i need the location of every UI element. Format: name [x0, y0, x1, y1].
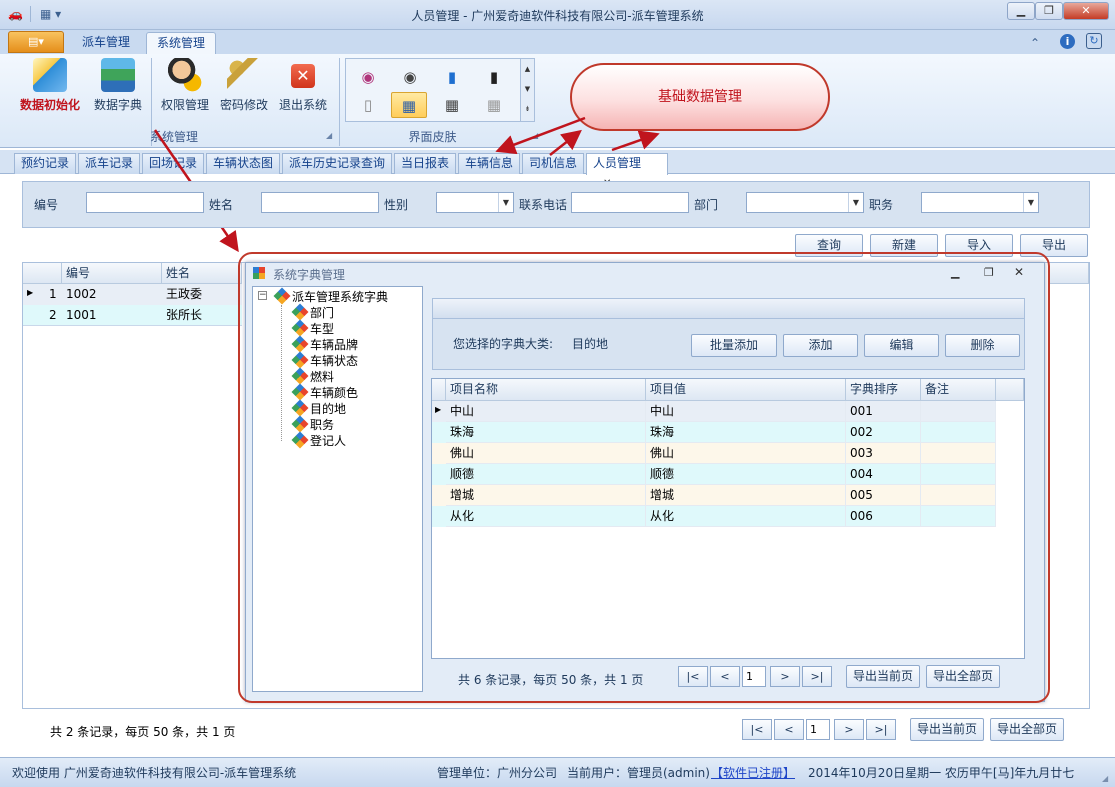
name-input[interactable]	[261, 192, 379, 213]
gender-select[interactable]: ▼	[436, 192, 514, 213]
label-id: 编号	[34, 198, 59, 212]
last-page-button[interactable]: >|	[866, 719, 896, 740]
row-number: 1	[49, 287, 57, 301]
grid-corner	[23, 263, 62, 284]
export-all-pages-button[interactable]: 导出全部页	[990, 718, 1064, 741]
column-header-name[interactable]: 姓名	[162, 263, 242, 284]
first-page-button[interactable]: |<	[742, 719, 772, 740]
chevron-down-icon: ▼	[498, 193, 513, 212]
status-date: 2014年10月20日星期一 农历甲午[马]年九月廿七	[808, 766, 1075, 780]
label-name: 姓名	[209, 198, 234, 212]
label-position: 职务	[869, 198, 894, 212]
cell-name: 张所长	[166, 308, 203, 322]
table-row[interactable]: ▶ 1 1002 王政委	[23, 284, 242, 305]
label-phone: 联系电话	[519, 198, 568, 212]
department-select[interactable]: ▼	[746, 192, 864, 213]
label-gender: 性别	[384, 198, 409, 212]
row-indicator-icon: ▶	[27, 288, 34, 297]
arrow	[611, 130, 660, 152]
phone-input[interactable]	[571, 192, 689, 213]
chevron-down-icon: ▼	[848, 193, 863, 212]
export-current-page-button[interactable]: 导出当前页	[910, 718, 984, 741]
column-header-extra	[1050, 263, 1089, 284]
pager-summary: 共 2 条记录，每页 50 条，共 1 页	[50, 725, 236, 739]
annotation-highlight-box	[238, 252, 1050, 703]
status-unit: 管理单位：广州分公司	[437, 766, 558, 780]
column-header-id[interactable]: 编号	[62, 263, 162, 284]
status-registered-link[interactable]: 【软件已注册】	[711, 764, 795, 781]
position-select[interactable]: ▼	[921, 192, 1039, 213]
cell-id: 1002	[66, 287, 97, 301]
prev-page-button[interactable]: <	[774, 719, 804, 740]
next-page-button[interactable]: >	[834, 719, 864, 740]
page-number-input[interactable]: 1	[806, 719, 830, 740]
cell-id: 1001	[66, 308, 97, 322]
chevron-down-icon: ▼	[1023, 193, 1038, 212]
arrow	[549, 129, 582, 156]
row-number: 2	[49, 308, 57, 322]
label-department: 部门	[694, 198, 719, 212]
table-row[interactable]: 2 1001 张所长	[23, 305, 242, 326]
id-input[interactable]	[86, 192, 204, 213]
cell-name: 王政委	[166, 287, 203, 301]
status-welcome: 欢迎使用 广州爱奇迪软件科技有限公司-派车管理系统	[12, 766, 297, 780]
arrow	[495, 116, 586, 155]
status-user: 当前用户：管理员(admin)	[567, 766, 710, 780]
resize-grip-icon[interactable]: ◢	[1102, 774, 1108, 783]
